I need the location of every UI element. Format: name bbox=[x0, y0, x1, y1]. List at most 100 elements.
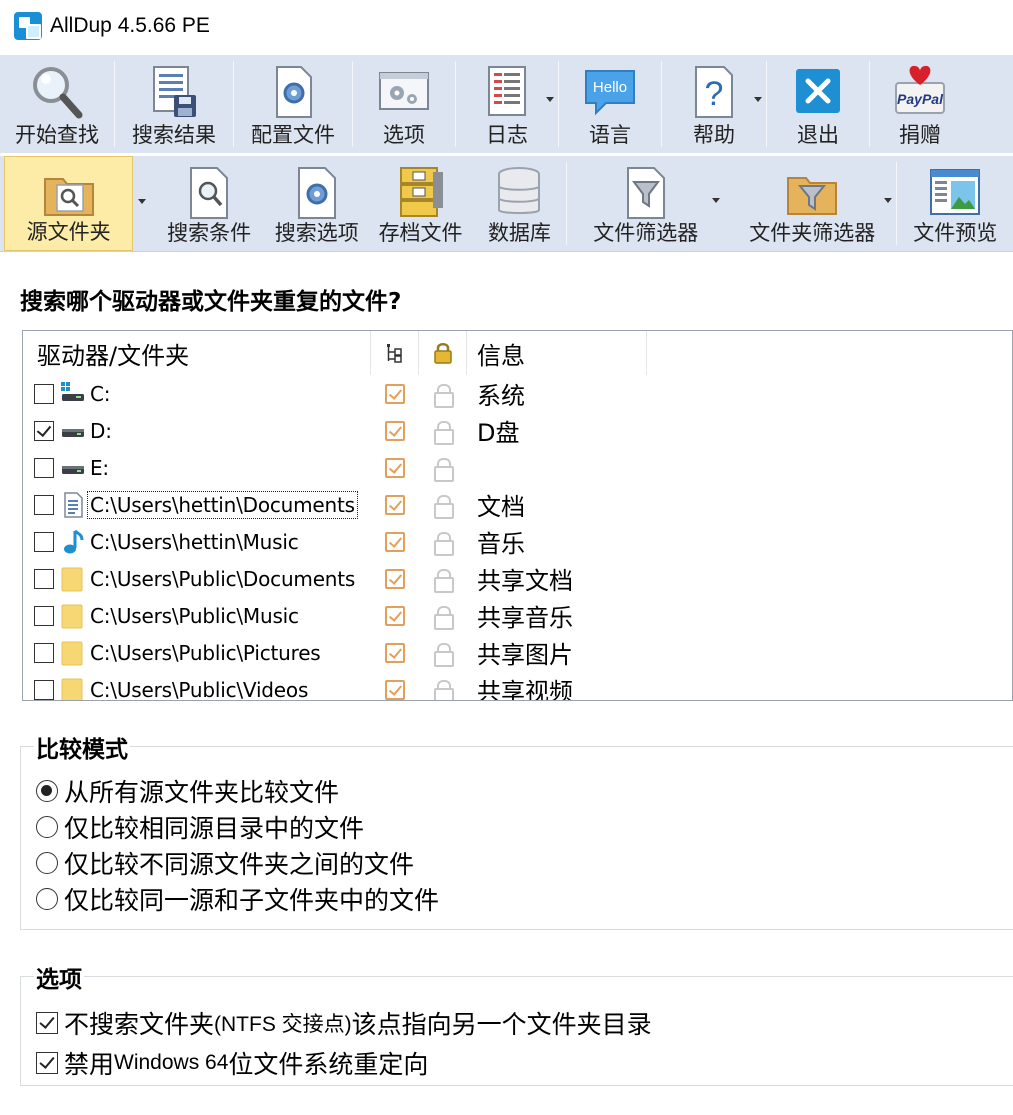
folder-path: D: bbox=[90, 418, 112, 443]
chevron-down-icon[interactable] bbox=[712, 198, 721, 203]
list-item[interactable]: C:\Users\Public\Pictures 共享图片 bbox=[23, 634, 1012, 671]
protected-cell[interactable] bbox=[419, 679, 467, 700]
compare-same-source-radio[interactable]: 仅比较相同源目录中的文件 bbox=[36, 809, 364, 845]
disable-redirection-checkbox[interactable]: 禁用 Windows 64 位文件系统重定向 bbox=[36, 1045, 428, 1081]
include-subfolders-checkbox[interactable] bbox=[385, 494, 405, 515]
include-subfolders-checkbox[interactable] bbox=[385, 457, 405, 478]
list-item[interactable]: E: bbox=[23, 449, 1012, 486]
help-button[interactable]: ? 帮助 bbox=[662, 55, 766, 153]
protected-cell[interactable] bbox=[419, 494, 467, 519]
unlocked-icon[interactable] bbox=[434, 457, 454, 482]
row-checkbox[interactable] bbox=[34, 494, 54, 515]
source-folder-list[interactable]: 驱动器/文件夹 信息 C: 系统 D: D盘 E: C:\Users\hettin\Doc… bbox=[22, 330, 1013, 701]
options-button[interactable]: 选项 bbox=[353, 55, 455, 153]
unlocked-icon[interactable] bbox=[434, 420, 454, 445]
skip-junction-checkbox[interactable]: 不搜索文件夹 (NTFS 交接点) 该点指向另一个文件夹目录 bbox=[36, 1005, 652, 1041]
column-header-folder[interactable]: 驱动器/文件夹 bbox=[23, 331, 371, 375]
include-subfolders-checkbox[interactable] bbox=[385, 605, 405, 626]
chevron-down-icon[interactable] bbox=[884, 198, 893, 203]
radio-button[interactable] bbox=[36, 852, 58, 874]
search-criteria-button[interactable]: 搜索条件 bbox=[153, 156, 265, 251]
folder-cell: C:\Users\Public\Pictures bbox=[23, 634, 371, 671]
include-subfolders-checkbox[interactable] bbox=[385, 531, 405, 552]
database-button[interactable]: 数据库 bbox=[472, 156, 566, 251]
exit-button[interactable]: 退出 bbox=[767, 55, 869, 153]
search-results-button[interactable]: 搜索结果 bbox=[115, 55, 233, 153]
row-checkbox[interactable] bbox=[34, 642, 54, 663]
donate-button[interactable]: PayPal 捐赠 bbox=[870, 55, 970, 153]
paypal-heart-icon: PayPal bbox=[895, 65, 945, 114]
protected-cell[interactable] bbox=[419, 420, 467, 445]
include-subfolders-checkbox[interactable] bbox=[385, 383, 405, 404]
list-item[interactable]: D: D盘 bbox=[23, 412, 1012, 449]
source-folder-button[interactable]: 源文件夹 bbox=[4, 156, 147, 251]
drive-icon bbox=[60, 455, 86, 481]
language-button[interactable]: Hello 语言 bbox=[559, 55, 661, 153]
start-search-button[interactable]: 开始查找 bbox=[0, 55, 114, 153]
unlocked-icon[interactable] bbox=[434, 642, 454, 667]
radio-button[interactable] bbox=[36, 816, 58, 838]
protected-cell[interactable] bbox=[419, 568, 467, 593]
row-checkbox[interactable] bbox=[34, 457, 54, 478]
protected-cell[interactable] bbox=[419, 531, 467, 556]
chevron-down-icon[interactable] bbox=[754, 97, 762, 102]
compare-between-sources-radio[interactable]: 仅比较不同源文件夹之间的文件 bbox=[36, 845, 414, 881]
file-preview-button[interactable]: 文件预览 bbox=[897, 156, 1013, 251]
include-subfolders-cell[interactable] bbox=[371, 679, 419, 700]
title-bar: AllDup 4.5.66 PE bbox=[0, 0, 1013, 52]
column-header-info[interactable]: 信息 bbox=[467, 331, 647, 375]
include-subfolders-checkbox[interactable] bbox=[385, 568, 405, 589]
log-button[interactable]: 日志 bbox=[456, 55, 558, 153]
unlocked-icon[interactable] bbox=[434, 531, 454, 556]
list-item[interactable]: C:\Users\Public\Music 共享音乐 bbox=[23, 597, 1012, 634]
compare-all-radio[interactable]: 从所有源文件夹比较文件 bbox=[36, 773, 339, 809]
chevron-down-icon[interactable] bbox=[546, 97, 554, 102]
radio-button[interactable] bbox=[36, 888, 58, 910]
archive-files-button[interactable]: 存档文件 bbox=[369, 156, 473, 251]
include-subfolders-cell[interactable] bbox=[371, 642, 419, 663]
checkbox[interactable] bbox=[36, 1052, 58, 1074]
include-subfolders-cell[interactable] bbox=[371, 531, 419, 552]
protected-cell[interactable] bbox=[419, 642, 467, 667]
include-subfolders-cell[interactable] bbox=[371, 568, 419, 589]
include-subfolders-cell[interactable] bbox=[371, 383, 419, 404]
include-subfolders-checkbox[interactable] bbox=[385, 420, 405, 441]
protected-cell[interactable] bbox=[419, 383, 467, 408]
folder-path: C:\Users\hettin\Music bbox=[90, 529, 299, 554]
row-checkbox[interactable] bbox=[34, 383, 54, 404]
unlocked-icon[interactable] bbox=[434, 568, 454, 593]
row-checkbox[interactable] bbox=[34, 605, 54, 626]
file-filter-button[interactable]: 文件筛选器 bbox=[567, 156, 724, 251]
list-item[interactable]: C:\Users\hettin\Music 音乐 bbox=[23, 523, 1012, 560]
include-subfolders-cell[interactable] bbox=[371, 494, 419, 515]
chevron-down-icon[interactable] bbox=[138, 199, 147, 204]
checkbox[interactable] bbox=[36, 1012, 58, 1034]
list-item[interactable]: C: 系统 bbox=[23, 375, 1012, 412]
column-header-protected[interactable] bbox=[419, 331, 467, 375]
list-item[interactable]: C:\Users\Public\Videos 共享视频 bbox=[23, 671, 1012, 700]
protected-cell[interactable] bbox=[419, 605, 467, 630]
config-file-button[interactable]: 配置文件 bbox=[234, 55, 352, 153]
radio-button[interactable] bbox=[36, 780, 58, 802]
include-subfolders-checkbox[interactable] bbox=[385, 679, 405, 700]
unlocked-icon[interactable] bbox=[434, 605, 454, 630]
row-checkbox[interactable] bbox=[34, 531, 54, 552]
row-checkbox[interactable] bbox=[34, 679, 54, 700]
search-options-button[interactable]: 搜索选项 bbox=[265, 156, 369, 251]
row-checkbox[interactable] bbox=[34, 420, 54, 441]
include-subfolders-cell[interactable] bbox=[371, 457, 419, 478]
compare-same-subfolders-radio[interactable]: 仅比较同一源和子文件夹中的文件 bbox=[36, 881, 439, 917]
column-header-subfolders[interactable] bbox=[371, 331, 419, 375]
unlocked-icon[interactable] bbox=[434, 383, 454, 408]
list-item[interactable]: C:\Users\hettin\Documents 文档 bbox=[23, 486, 1012, 523]
list-rows: C: 系统 D: D盘 E: C:\Users\hettin\Documents 文档 C:\… bbox=[23, 375, 1012, 700]
row-checkbox[interactable] bbox=[34, 568, 54, 589]
protected-cell[interactable] bbox=[419, 457, 467, 482]
folder-filter-button[interactable]: 文件夹筛选器 bbox=[728, 156, 896, 251]
unlocked-icon[interactable] bbox=[434, 494, 454, 519]
list-item[interactable]: C:\Users\Public\Documents 共享文档 bbox=[23, 560, 1012, 597]
unlocked-icon[interactable] bbox=[434, 679, 454, 700]
include-subfolders-checkbox[interactable] bbox=[385, 642, 405, 663]
include-subfolders-cell[interactable] bbox=[371, 605, 419, 626]
include-subfolders-cell[interactable] bbox=[371, 420, 419, 441]
